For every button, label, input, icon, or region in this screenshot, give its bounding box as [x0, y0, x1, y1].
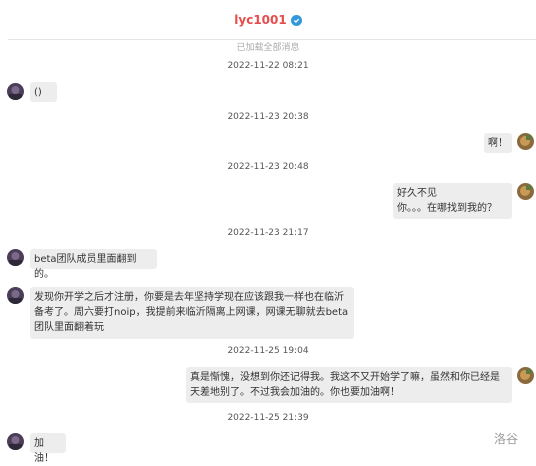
message-bubble: 真是惭愧，没想到你还记得我。我这不又开始学了嘛，虽然和你已经是 天差地别了。不过… [186, 367, 512, 403]
message-bubble: () [30, 82, 57, 102]
message-timestamp: 2022-11-25 21:39 [227, 413, 309, 423]
message-bubble: 加油！ [30, 433, 66, 464]
message-timestamp: 2022-11-22 08:21 [227, 61, 309, 71]
message-timestamp: 2022-11-23 20:48 [227, 162, 309, 172]
message-timestamp: 2022-11-23 21:17 [227, 228, 309, 238]
verified-check-icon [290, 14, 302, 26]
avatar[interactable] [7, 433, 24, 450]
message-bubble: 好久不见 你。。。在哪找到我的？ [393, 183, 512, 219]
avatar[interactable] [517, 183, 534, 200]
avatar[interactable] [7, 287, 24, 304]
message-timestamp: 2022-11-25 19:04 [227, 346, 309, 356]
message-bubble: 啊！ [484, 133, 512, 153]
luogu-watermark: 洛谷 [494, 432, 519, 446]
all-messages-loaded-text: 已加载全部消息 [236, 43, 300, 53]
chat-header: lyc1001 [0, 0, 536, 40]
avatar[interactable] [517, 367, 534, 384]
message-bubble: 发现你开学之后才注册，你要是去年坚持学现在应该跟我一样也在临沂 备考了。周六要打… [30, 287, 354, 339]
message-bubble: beta团队成员里面翻到的。 [30, 249, 157, 280]
avatar[interactable] [7, 249, 24, 266]
avatar[interactable] [7, 83, 24, 100]
message-timestamp: 2022-11-23 20:38 [227, 112, 309, 122]
avatar[interactable] [517, 133, 534, 150]
conversation-title[interactable]: lyc1001 [234, 13, 286, 27]
